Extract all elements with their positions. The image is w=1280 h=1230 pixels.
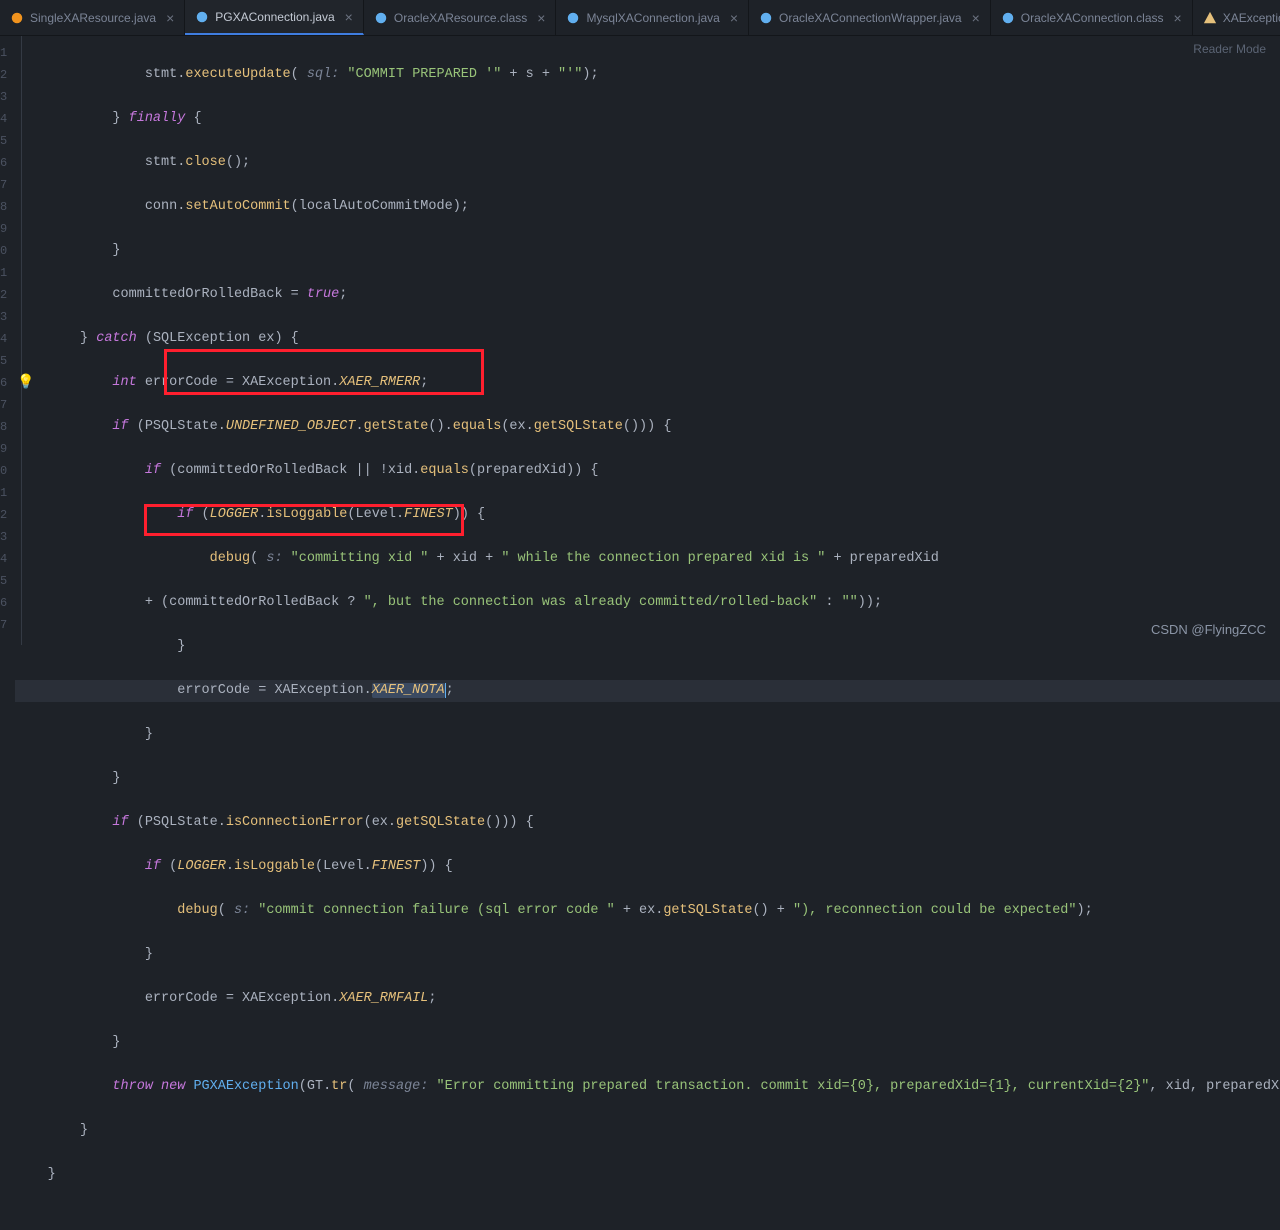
tab-oracle-xa-resource[interactable]: OracleXAResource.class × (364, 0, 557, 35)
tab-single-xa-resource[interactable]: SingleXAResource.java × (0, 0, 185, 35)
close-icon[interactable]: × (730, 10, 738, 26)
tab-mysql-xa-connection[interactable]: MysqlXAConnection.java × (556, 0, 749, 35)
close-icon[interactable]: × (345, 9, 353, 25)
class-file-icon (566, 11, 580, 25)
close-icon[interactable]: × (972, 10, 980, 26)
line-number-gutter: 123 456 789 012 345 678 901 234 567 (0, 36, 15, 645)
code-area[interactable]: stmt.executeUpdate( sql: "COMMIT PREPARE… (15, 36, 1280, 645)
tab-label: OracleXAConnectionWrapper.java (779, 11, 962, 25)
class-file-icon (759, 11, 773, 25)
java-file-icon (10, 11, 24, 25)
tab-xa-exception[interactable]: XAException. (1193, 0, 1280, 35)
tab-label: OracleXAConnection.class (1021, 11, 1164, 25)
editor: 123 456 789 012 345 678 901 234 567 💡 st… (0, 36, 1280, 645)
tab-label: MysqlXAConnection.java (586, 11, 719, 25)
class-file-icon (1001, 11, 1015, 25)
class-file-icon (374, 11, 388, 25)
tab-label: SingleXAResource.java (30, 11, 156, 25)
close-icon[interactable]: × (537, 10, 545, 26)
exception-file-icon (1203, 11, 1217, 25)
close-icon[interactable]: × (1174, 10, 1182, 26)
tab-oracle-xa-connection[interactable]: OracleXAConnection.class × (991, 0, 1193, 35)
class-file-icon (195, 10, 209, 24)
watermark: CSDN @FlyingZCC (1151, 622, 1266, 637)
tab-label: PGXAConnection.java (215, 10, 334, 24)
tab-oracle-xa-wrapper[interactable]: OracleXAConnectionWrapper.java × (749, 0, 991, 35)
editor-tab-bar: SingleXAResource.java × PGXAConnection.j… (0, 0, 1280, 36)
tab-label: OracleXAResource.class (394, 11, 527, 25)
tab-label: XAException. (1223, 11, 1280, 25)
close-icon[interactable]: × (166, 10, 174, 26)
tab-pgxa-connection[interactable]: PGXAConnection.java × (185, 0, 364, 35)
